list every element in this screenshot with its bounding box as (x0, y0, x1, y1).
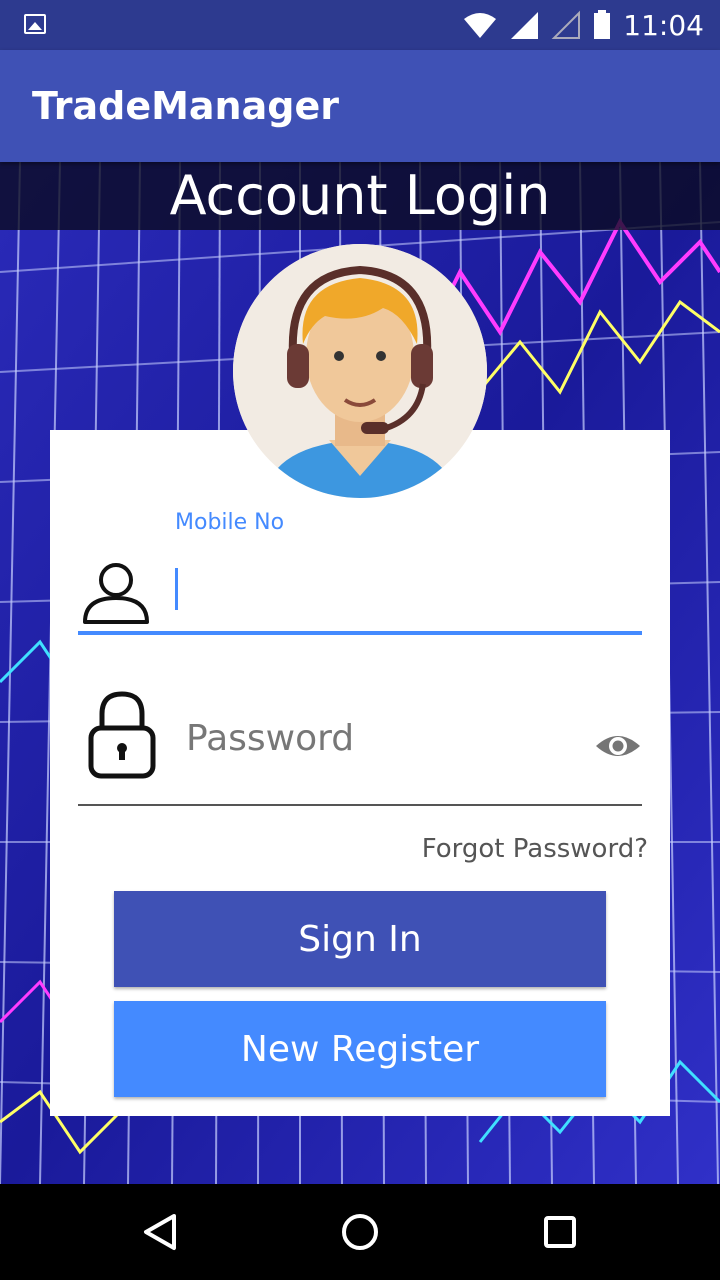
page-title: Account Login (169, 164, 551, 227)
mobile-number-input[interactable] (175, 560, 635, 620)
back-icon[interactable] (138, 1184, 182, 1280)
app-bar: TradeManager (0, 50, 720, 162)
forgot-password-link[interactable]: Forgot Password? (422, 834, 648, 864)
eye-icon[interactable] (594, 726, 642, 766)
sign-in-button[interactable]: Sign In (114, 891, 606, 987)
recents-icon[interactable] (538, 1184, 582, 1280)
agent-illustration (233, 244, 487, 498)
password-input-underline (78, 804, 642, 806)
status-bar: 11:04 (0, 0, 720, 50)
wifi-icon (464, 13, 497, 38)
status-icons: 11:04 (463, 8, 704, 42)
heading-band: Account Login (0, 162, 720, 230)
home-icon[interactable] (338, 1184, 382, 1280)
gallery-icon (24, 14, 46, 34)
app-title: TradeManager (32, 84, 339, 128)
mobile-label: Mobile No (175, 510, 285, 535)
password-input[interactable] (186, 708, 576, 768)
signal-empty-icon (551, 10, 581, 39)
mobile-input-underline (78, 631, 642, 635)
battery-icon (594, 10, 611, 39)
text-cursor (175, 568, 178, 610)
support-agent-avatar (233, 244, 487, 498)
lock-icon (88, 691, 156, 779)
signal-icon (511, 12, 539, 39)
new-register-button[interactable]: New Register (114, 1001, 606, 1097)
user-icon (83, 563, 149, 624)
status-time: 11:04 (623, 8, 704, 42)
navigation-bar (0, 1184, 720, 1280)
